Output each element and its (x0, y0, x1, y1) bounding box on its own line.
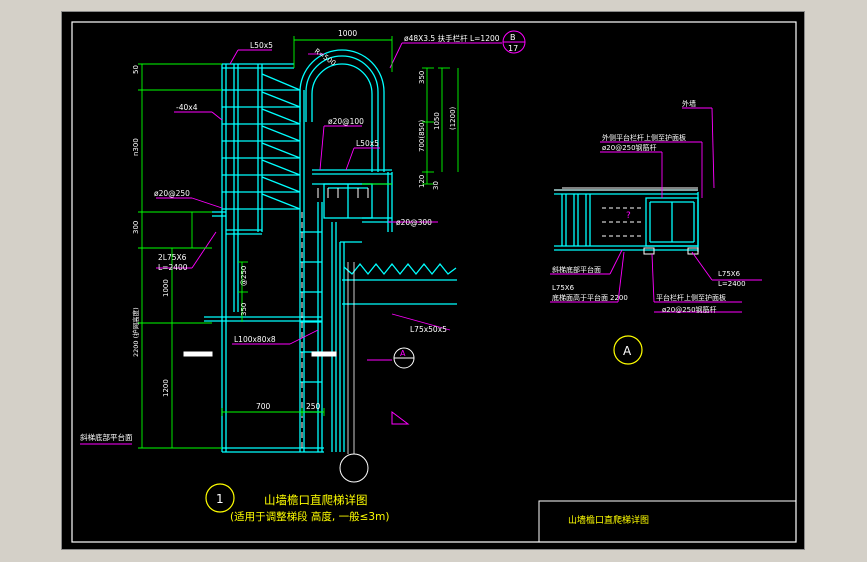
drawing-svg: 1000 L50x5 R=500 ø48X3.5 扶手栏杆 L=1200 -40… (71, 21, 797, 543)
dim-at250: @250 (240, 266, 248, 286)
sec-question: ? (626, 211, 631, 221)
title-number: 1 (216, 492, 224, 506)
label-l2400: L=2400 (158, 263, 188, 272)
sec-label-bottom-rail: 底梯面高于平台面 (552, 293, 608, 302)
dim-350b: 350 (240, 303, 248, 316)
main-subtitle: (适用于调整梯段 高度, 一般≤3m) (230, 510, 389, 523)
dim-n300: n300 (132, 138, 140, 156)
dim-300: 300 (132, 221, 140, 234)
label-pipe-handrail: ø48X3.5 扶手栏杆 L=1200 (404, 33, 500, 43)
dim-top-width: 1000 (338, 29, 357, 38)
sec-label-floor: 斜梯底部平台面 (552, 265, 601, 274)
callout-b-letter: B (510, 33, 516, 42)
label-floor-level: 斜梯底部平台面 (80, 432, 133, 442)
dim-1000: 1000 (162, 279, 170, 297)
dim-250: 250 (306, 402, 321, 411)
sec-dim-2200: 2200 (610, 294, 628, 302)
section-a-letter: A (400, 349, 406, 358)
ladder-structure (204, 49, 457, 453)
main-dimension-lines (138, 36, 459, 449)
dim-1200-paren: (1200) (449, 106, 457, 130)
dim-350: 350 (418, 71, 426, 84)
callout-b-sheet: 17 (508, 44, 518, 53)
sec-label-bar250b: ø20@250钢筋杆 (662, 305, 717, 314)
dim-1200: 1200 (162, 379, 170, 397)
sec-section-mark: A (623, 344, 632, 358)
dim-700-850: 700(850) (418, 120, 426, 152)
sec-label-l75b: L75X6 (718, 270, 741, 278)
dim-30: 30 (432, 181, 440, 190)
label-bar300: ø20@300 (396, 218, 432, 227)
label-bar250: ø20@250 (154, 189, 190, 198)
dim-50: 50 (132, 65, 140, 74)
sec-label-l75a: L75X6 (552, 284, 575, 292)
dim-700: 700 (256, 402, 271, 411)
label-l100x80x8: L100x80x8 (234, 335, 276, 344)
section-text: 外墙 外侧平台栏杆上侧至护面板 ø20@250钢筋杆 ? 斜梯底部平台面 L75… (552, 99, 746, 365)
dim-2200: 2200 (护网高度) (131, 307, 140, 357)
sec-label-l2400: L=2400 (718, 280, 746, 288)
sec-label-bar250a: ø20@250钢筋杆 (602, 143, 657, 152)
sec-label-outer-rail: 外侧平台栏杆上侧至护面板 (602, 133, 686, 142)
sec-label-plat-rail: 平台栏杆上侧至护面板 (656, 293, 726, 302)
main-title: 山墙檐口直爬梯详图 (264, 493, 368, 507)
sec-label-outer-wall: 外墙 (682, 99, 696, 108)
label-l75x50x5: L75x50x5 (410, 325, 447, 334)
label-angle-2l75: 2L75X6 (158, 253, 187, 262)
title-block-text: 山墙檐口直爬梯详图 (568, 514, 649, 526)
label-l50x5-top: L50x5 (250, 41, 273, 50)
label-bar100: ø20@100 (328, 117, 364, 126)
dim-120: 120 (418, 175, 426, 188)
section-structure (554, 189, 699, 252)
label-l50x5-mid: L50x5 (356, 139, 379, 148)
level-marker-icon (391, 411, 410, 425)
cad-drawing-canvas[interactable]: 1000 L50x5 R=500 ø48X3.5 扶手栏杆 L=1200 -40… (61, 11, 805, 550)
dim-1050: 1050 (433, 112, 441, 130)
label-flat-bar: -40x4 (176, 103, 198, 112)
